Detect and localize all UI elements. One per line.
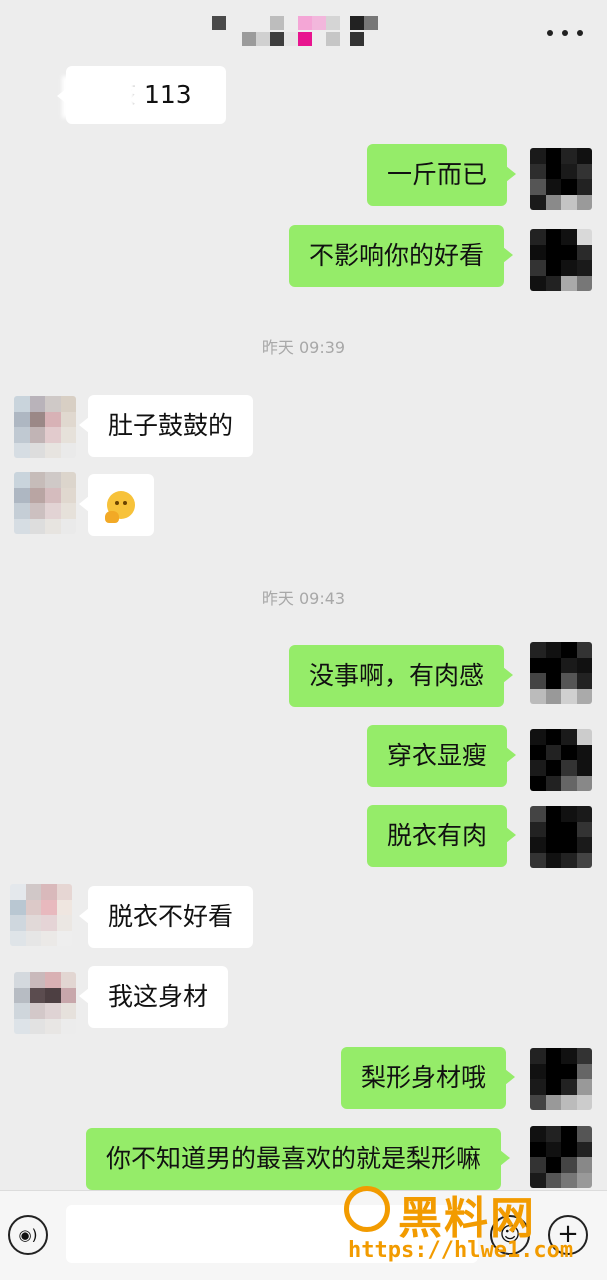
my-avatar[interactable] bbox=[530, 229, 592, 291]
chat-title-pixelated bbox=[212, 16, 388, 50]
message-text: 脱衣不好看 bbox=[108, 902, 234, 931]
more-dots-icon[interactable] bbox=[547, 24, 583, 42]
message-bubble-incoming bbox=[79, 474, 154, 536]
message-text: 一斤而已 bbox=[387, 160, 488, 189]
message-text: 我这身材 bbox=[108, 982, 209, 1011]
contact-avatar[interactable] bbox=[14, 396, 76, 458]
message-bubble-incoming: 肚子鼓鼓的 bbox=[78, 395, 254, 457]
message-bubble-incoming: 脱衣不好看 bbox=[78, 886, 254, 948]
my-avatar[interactable] bbox=[530, 806, 592, 868]
message-bubble-outgoing: 不影响你的好看 bbox=[289, 225, 514, 287]
contact-avatar[interactable] bbox=[10, 884, 72, 946]
message-bubble-outgoing: 没事啊，有肉感 bbox=[289, 645, 514, 707]
contact-avatar[interactable] bbox=[14, 972, 76, 1034]
chat-header bbox=[0, 0, 607, 66]
voice-icon[interactable]: ◉) bbox=[8, 1215, 48, 1255]
timestamp: 昨天 09:39 bbox=[261, 338, 346, 357]
message-text: 梨形身材哦 bbox=[361, 1063, 487, 1092]
watermark: 黑料网 https://hlwe1.com bbox=[340, 1180, 600, 1272]
obscured-overlay bbox=[62, 76, 136, 118]
message-text: 穿衣显瘦 bbox=[387, 741, 488, 770]
my-avatar[interactable] bbox=[530, 1048, 592, 1110]
thinking-face-emoji bbox=[105, 491, 135, 523]
contact-avatar[interactable] bbox=[14, 472, 76, 534]
message-bubble-outgoing: 梨形身材哦 bbox=[341, 1047, 516, 1109]
my-avatar[interactable] bbox=[530, 148, 592, 210]
message-text: 没事啊，有肉感 bbox=[309, 661, 485, 690]
watermark-title: 黑料网 bbox=[398, 1193, 536, 1244]
message-text: 肚子鼓鼓的 bbox=[108, 411, 234, 440]
watermark-url: https://hlwe1.com bbox=[348, 1238, 574, 1263]
message-text: 脱衣有肉 bbox=[387, 821, 488, 850]
timestamp: 昨天 09:43 bbox=[261, 589, 346, 608]
watermark-logo-icon bbox=[344, 1186, 390, 1232]
message-text: 不影响你的好看 bbox=[309, 241, 485, 270]
message-bubble-outgoing: 脱衣有肉 bbox=[367, 805, 517, 867]
my-avatar[interactable] bbox=[530, 729, 592, 791]
message-bubble-outgoing: 一斤而已 bbox=[367, 144, 517, 206]
message-text: 你不知道男的最喜欢的就是梨形嘛 bbox=[106, 1144, 482, 1173]
my-avatar[interactable] bbox=[530, 1126, 592, 1188]
my-avatar[interactable] bbox=[530, 642, 592, 704]
message-bubble-incoming: 我这身材 bbox=[78, 966, 229, 1028]
message-bubble-outgoing: 穿衣显瘦 bbox=[367, 725, 517, 787]
